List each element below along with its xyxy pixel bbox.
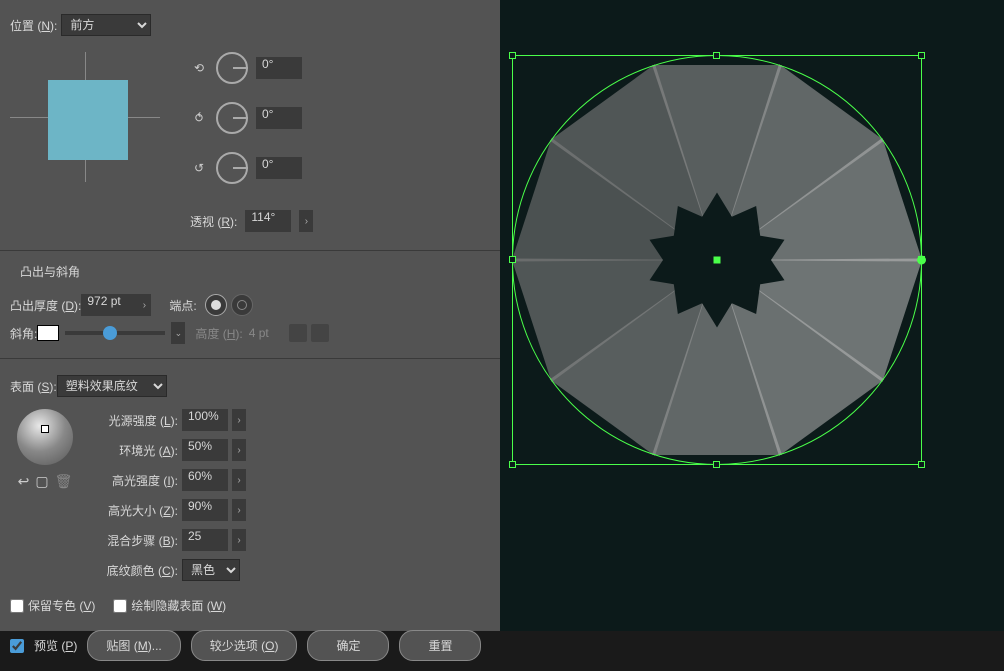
canvas-preview[interactable] <box>500 0 1004 631</box>
dialog-buttons: 预览 (P) 贴图 (M)... 较少选项 (O) 确定 重置 <box>0 620 500 671</box>
blend-steps-input[interactable]: 25 <box>182 529 228 551</box>
fewer-options-button[interactable]: 较少选项 (O) <box>191 630 298 661</box>
highlight-intensity-label: 高光强度 (I): <box>92 472 178 489</box>
bevel-height-value: 4 pt <box>249 326 269 340</box>
light-handle[interactable] <box>41 425 49 433</box>
rotate-x-dial[interactable] <box>216 52 248 84</box>
bevel-in-icon <box>289 324 307 342</box>
light-intensity-stepper[interactable]: › <box>232 409 246 431</box>
perspective-input[interactable]: 114° <box>245 210 291 232</box>
preview-label: 预览 (P) <box>34 637 77 654</box>
rotate-z-icon: ↺ <box>190 159 208 177</box>
options-panel: 位置 (N): 前方 ⟲ 0° ⥀ 0° <box>0 0 500 631</box>
bevel-title: 凸出与斜角 <box>10 255 490 284</box>
bevel-height-label: 高度 (H): <box>195 325 242 342</box>
position-select[interactable]: 前方 <box>61 14 151 36</box>
ambient-stepper[interactable]: › <box>232 439 246 461</box>
position-label: 位置 (N): <box>10 17 57 34</box>
light-new-icon[interactable]: ▢ <box>35 473 48 490</box>
ambient-label: 环境光 (A): <box>92 442 178 459</box>
draw-hidden-checkbox[interactable] <box>113 599 127 613</box>
highlight-size-stepper[interactable]: › <box>232 499 246 521</box>
position-section: 位置 (N): 前方 ⟲ 0° ⥀ 0° <box>0 0 500 250</box>
surface-label: 表面 (S): <box>10 378 57 395</box>
cap-label: 端点: <box>169 297 196 314</box>
preview-checkbox[interactable] <box>10 639 24 653</box>
bevel-dropdown[interactable]: ⌄ <box>171 322 185 344</box>
rotate-x-input[interactable]: 0° <box>256 57 302 79</box>
highlight-intensity-input[interactable]: 60% <box>182 469 228 491</box>
position-preview-cube[interactable] <box>10 52 160 182</box>
cap-on-icon[interactable] <box>205 294 227 316</box>
surface-select[interactable]: 塑料效果底纹 <box>57 375 167 397</box>
rotate-z-input[interactable]: 0° <box>256 157 302 179</box>
preserve-spot-checkbox[interactable] <box>10 599 24 613</box>
center-anchor[interactable] <box>714 257 721 264</box>
perspective-label: 透视 (R): <box>190 213 237 230</box>
rotate-y-icon: ⥀ <box>190 109 208 127</box>
surface-section: 表面 (S): 塑料效果底纹 ↩ ▢ 🗑 光源强度 (L): 10 <box>0 358 500 591</box>
reset-button[interactable]: 重置 <box>399 630 481 661</box>
cap-off-icon[interactable] <box>231 294 253 316</box>
light-intensity-label: 光源强度 (L): <box>92 412 178 429</box>
extrude-depth-input[interactable]: 972 pt <box>81 294 137 316</box>
perspective-stepper[interactable]: › <box>299 210 313 232</box>
shading-color-select[interactable]: 黑色 <box>182 559 240 581</box>
rotate-x-icon: ⟲ <box>190 59 208 77</box>
shading-color-label: 底纹颜色 (C): <box>92 562 178 579</box>
right-anchor[interactable] <box>917 256 926 265</box>
draw-hidden-label: 绘制隐藏表面 (W) <box>131 597 226 614</box>
bevel-label: 斜角: <box>10 325 37 342</box>
highlight-size-label: 高光大小 (Z): <box>92 502 178 519</box>
bevel-slider[interactable] <box>65 331 165 335</box>
highlight-intensity-stepper[interactable]: › <box>232 469 246 491</box>
blend-steps-label: 混合步骤 (B): <box>92 532 178 549</box>
bevel-out-icon <box>311 324 329 342</box>
extrude-depth-stepper[interactable]: › <box>137 294 151 316</box>
light-intensity-input[interactable]: 100% <box>182 409 228 431</box>
light-delete-icon[interactable]: 🗑 <box>55 473 73 490</box>
ok-button[interactable]: 确定 <box>307 630 389 661</box>
map-art-button[interactable]: 贴图 (M)... <box>87 630 180 661</box>
highlight-size-input[interactable]: 90% <box>182 499 228 521</box>
extrude-depth-label: 凸出厚度 (D): <box>10 297 81 314</box>
light-sphere[interactable] <box>17 409 73 465</box>
preserve-spot-label: 保留专色 (V) <box>28 597 95 614</box>
blend-steps-stepper[interactable]: › <box>232 529 246 551</box>
bevel-swatch[interactable] <box>37 325 59 341</box>
bevel-section: 凸出与斜角 凸出厚度 (D): 972 pt › 端点: 斜角: <box>0 250 500 358</box>
light-back-icon[interactable]: ↩ <box>18 473 30 490</box>
rotate-y-input[interactable]: 0° <box>256 107 302 129</box>
ambient-input[interactable]: 50% <box>182 439 228 461</box>
rotate-y-dial[interactable] <box>216 102 248 134</box>
selection-box[interactable] <box>512 55 922 465</box>
rotate-z-dial[interactable] <box>216 152 248 184</box>
